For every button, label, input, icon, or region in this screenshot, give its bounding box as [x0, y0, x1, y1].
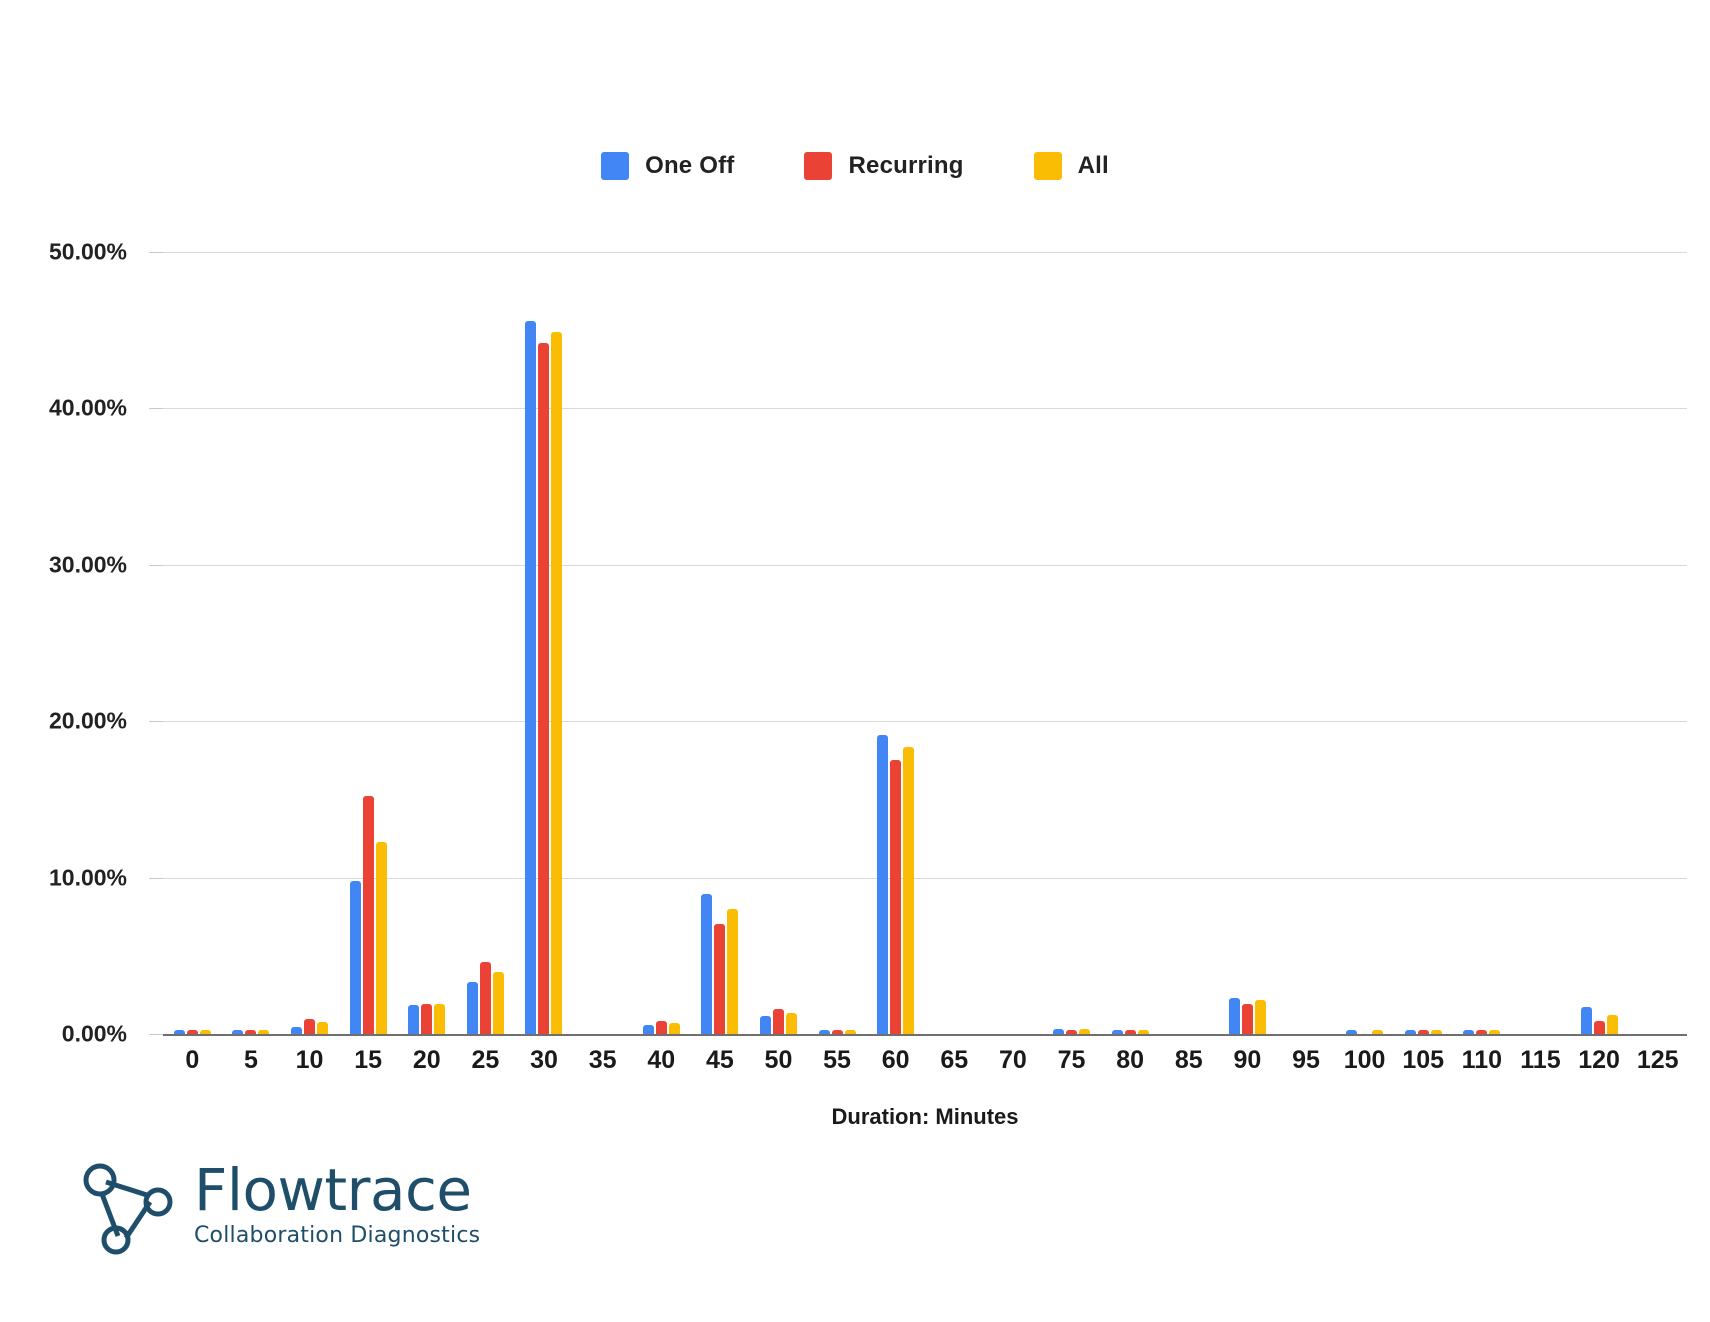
bar-group-55: [808, 252, 867, 1034]
bar-recurring-120[interactable]: [1593, 1020, 1605, 1034]
bar-one-off-60[interactable]: [877, 734, 889, 1034]
chart-page: One Off Recurring All 50.00% 40.00% 30.00% 20…: [0, 0, 1710, 1322]
x-axis-label: 125: [1636, 1046, 1679, 1074]
bar-group-35: [573, 252, 632, 1034]
bar-group-95: [1277, 252, 1336, 1034]
y-axis-tick: [149, 721, 163, 723]
bar-all-25[interactable]: [492, 972, 504, 1034]
flowtrace-logo: Flowtrace Collaboration Diagnostics: [76, 1152, 480, 1256]
bar-group-115: [1511, 252, 1570, 1034]
bar-recurring-45[interactable]: [714, 923, 726, 1034]
y-axis-tick: [149, 1034, 163, 1035]
bar-recurring-25[interactable]: [479, 962, 491, 1034]
plot-area: 50.00% 40.00% 30.00% 20.00% 10.00% 0.00%: [49, 239, 1687, 1047]
bar-group-20: [397, 252, 456, 1034]
bar-one-off-40[interactable]: [642, 1024, 654, 1034]
bar-group-125: [1628, 252, 1687, 1034]
bar-recurring-40[interactable]: [655, 1020, 667, 1034]
bar-all-50[interactable]: [785, 1012, 797, 1034]
bar-all-60[interactable]: [903, 747, 915, 1034]
bar-all-40[interactable]: [668, 1023, 680, 1034]
x-axis-line: [163, 1034, 1687, 1036]
bar-group-40: [632, 252, 691, 1034]
y-axis-label: 50.00%: [48, 238, 127, 265]
bar-group-105: [1394, 252, 1453, 1034]
y-axis-tick: [149, 252, 163, 253]
y-axis-tick: [149, 877, 163, 879]
bar-one-off-10[interactable]: [291, 1026, 303, 1034]
logo-tagline: Collaboration Diagnostics: [194, 1223, 481, 1248]
bar-group-75: [1042, 252, 1101, 1034]
bar-group-30: [515, 252, 574, 1034]
bar-one-off-30[interactable]: [525, 320, 537, 1034]
bar-recurring-60[interactable]: [890, 760, 902, 1034]
bar-one-off-90[interactable]: [1228, 998, 1240, 1034]
bar-all-90[interactable]: [1254, 1000, 1266, 1034]
bar-recurring-10[interactable]: [304, 1019, 316, 1034]
bar-group-110: [1453, 252, 1512, 1034]
bar-group-25: [456, 252, 515, 1034]
bar-group-70: [984, 252, 1043, 1034]
bar-all-15[interactable]: [375, 842, 387, 1034]
plot-wrapper: 50.00% 40.00% 30.00% 20.00% 10.00% 0.00% Dura…: [0, 0, 1710, 1322]
bar-group-120: [1570, 252, 1629, 1034]
bar-recurring-20[interactable]: [421, 1003, 433, 1034]
bar-one-off-120[interactable]: [1580, 1007, 1592, 1034]
bar-one-off-15[interactable]: [349, 880, 361, 1034]
bar-group-50: [749, 252, 808, 1034]
y-axis-label: 30.00%: [48, 551, 127, 578]
bar-one-off-25[interactable]: [466, 981, 478, 1034]
y-axis-label: 10.00%: [48, 864, 127, 891]
bar-group-90: [1218, 252, 1277, 1034]
bar-group-85: [1159, 252, 1218, 1034]
bar-group-60: [866, 252, 925, 1034]
bar-all-120[interactable]: [1606, 1015, 1618, 1034]
logo-text-block: Flowtrace Collaboration Diagnostics: [194, 1161, 480, 1247]
y-axis-label: 0.00%: [61, 1020, 127, 1047]
bar-group-10: [280, 252, 339, 1034]
bar-one-off-50[interactable]: [759, 1016, 771, 1034]
bar-all-20[interactable]: [434, 1003, 446, 1034]
bar-recurring-90[interactable]: [1241, 1003, 1253, 1034]
bar-group-80: [1101, 252, 1160, 1034]
bar-recurring-15[interactable]: [362, 796, 374, 1034]
y-axis-tick: [149, 408, 163, 410]
bar-recurring-30[interactable]: [538, 342, 550, 1034]
bar-all-10[interactable]: [317, 1022, 329, 1034]
bar-one-off-20[interactable]: [408, 1005, 420, 1034]
y-axis-tick: [149, 564, 163, 566]
y-axis-label: 40.00%: [48, 394, 127, 421]
bar-all-45[interactable]: [727, 908, 739, 1034]
bar-recurring-50[interactable]: [772, 1008, 784, 1034]
flowtrace-triangle-nodes-icon: [83, 1163, 173, 1255]
bar-group-100: [1335, 252, 1394, 1034]
bar-group-0: [163, 252, 222, 1034]
bar-one-off-45[interactable]: [701, 894, 713, 1034]
bar-group-15: [339, 252, 398, 1034]
x-axis-title: Duration: Minutes: [831, 1104, 1019, 1129]
bar-group-45: [691, 252, 750, 1034]
logo-name: Flowtrace: [194, 1156, 472, 1224]
bar-group-65: [925, 252, 984, 1034]
y-axis-label: 20.00%: [48, 707, 127, 734]
bar-group-5: [222, 252, 281, 1034]
bar-all-30[interactable]: [551, 331, 563, 1034]
